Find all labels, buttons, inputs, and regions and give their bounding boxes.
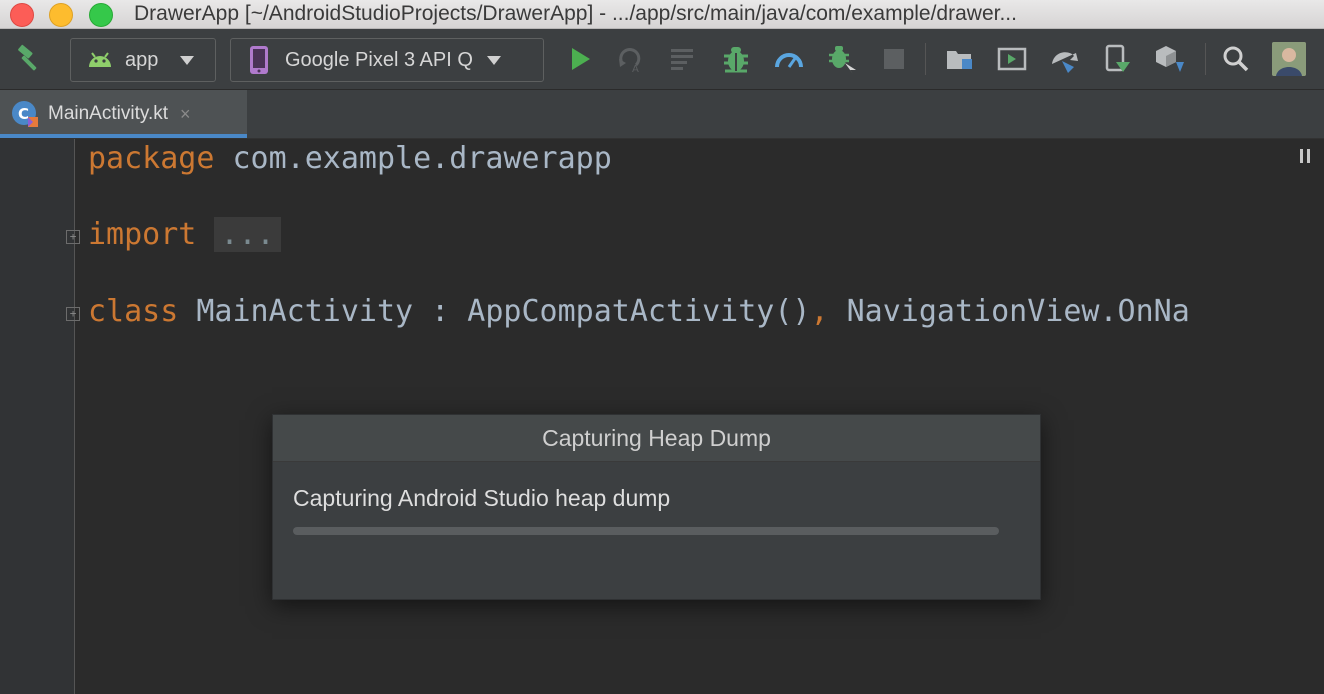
svg-text:C: C <box>18 105 29 123</box>
code-line-class: class MainActivity : AppCompatActivity()… <box>88 292 1190 332</box>
window-title: DrawerApp [~/AndroidStudioProjects/Drawe… <box>134 2 1017 25</box>
chevron-down-icon <box>486 55 501 65</box>
folded-imports[interactable]: ... <box>214 217 281 252</box>
dialog-title: Capturing Heap Dump <box>273 415 1040 462</box>
keyword-import: import <box>88 217 197 252</box>
maximize-window-button[interactable] <box>89 3 113 27</box>
fold-expand-icon[interactable]: + <box>66 230 80 244</box>
avd-manager-icon[interactable] <box>996 44 1028 74</box>
device-file-explorer-icon[interactable] <box>1101 43 1133 75</box>
fold-expand-icon[interactable]: + <box>66 307 80 321</box>
pause-icon[interactable] <box>1299 148 1311 169</box>
editor-tab-bar: C MainActivity.kt × <box>0 90 1324 139</box>
class-declaration: MainActivity : AppCompatActivity() <box>178 294 811 329</box>
project-structure-icon[interactable] <box>944 44 976 74</box>
android-icon <box>87 51 113 69</box>
debug-icon[interactable] <box>720 42 752 76</box>
close-window-button[interactable] <box>10 3 34 27</box>
chevron-down-icon <box>180 55 195 65</box>
comma: , <box>810 294 829 329</box>
keyword-package: package <box>88 141 215 176</box>
dialog-message: Capturing Android Studio heap dump <box>293 485 671 511</box>
tab-label: MainActivity.kt <box>48 103 169 124</box>
editor-gutter <box>0 139 75 694</box>
class-interface: NavigationView.OnNa <box>828 294 1190 329</box>
title-bar: DrawerApp [~/AndroidStudioProjects/Drawe… <box>0 0 1324 29</box>
apply-changes-icon[interactable]: A <box>615 44 645 74</box>
code-line-package: package com.example.drawerapp <box>88 139 612 179</box>
module-selector[interactable]: app <box>70 38 216 82</box>
hammer-icon[interactable] <box>14 43 46 75</box>
close-icon[interactable]: × <box>180 104 191 125</box>
progress-bar <box>293 527 999 535</box>
run-icon[interactable] <box>565 44 595 74</box>
avatar[interactable] <box>1272 42 1306 76</box>
code-line-import: import ... <box>88 215 281 255</box>
device-selector[interactable]: Google Pixel 3 API Q <box>230 38 544 82</box>
minimize-window-button[interactable] <box>49 3 73 27</box>
stop-icon[interactable] <box>880 45 908 73</box>
toolbar-separator <box>925 43 926 75</box>
module-label: app <box>125 48 159 71</box>
phone-icon <box>249 45 269 75</box>
import-space <box>196 217 214 252</box>
keyword-class: class <box>88 294 179 329</box>
device-label: Google Pixel 3 API Q <box>285 48 473 71</box>
kotlin-file-icon: C <box>10 99 40 129</box>
sync-gradle-icon[interactable] <box>1047 43 1081 75</box>
svg-text:A: A <box>632 64 639 73</box>
search-icon[interactable] <box>1220 43 1252 75</box>
package-name: com.example.drawerapp <box>214 141 612 176</box>
main-toolbar: app Google Pixel 3 API Q A <box>0 29 1324 90</box>
tab-mainactivity[interactable]: C MainActivity.kt × <box>0 90 247 138</box>
attach-debugger-icon[interactable] <box>825 42 859 76</box>
android-studio-window: DrawerApp [~/AndroidStudioProjects/Drawe… <box>0 0 1324 694</box>
toolbar-separator <box>1205 43 1206 75</box>
apply-code-changes-icon[interactable] <box>668 44 698 74</box>
heap-dump-dialog: Capturing Heap Dump Capturing Android St… <box>272 414 1041 600</box>
profiler-icon[interactable] <box>773 44 805 74</box>
active-tab-indicator <box>0 134 247 138</box>
sdk-manager-icon[interactable] <box>1153 43 1187 75</box>
